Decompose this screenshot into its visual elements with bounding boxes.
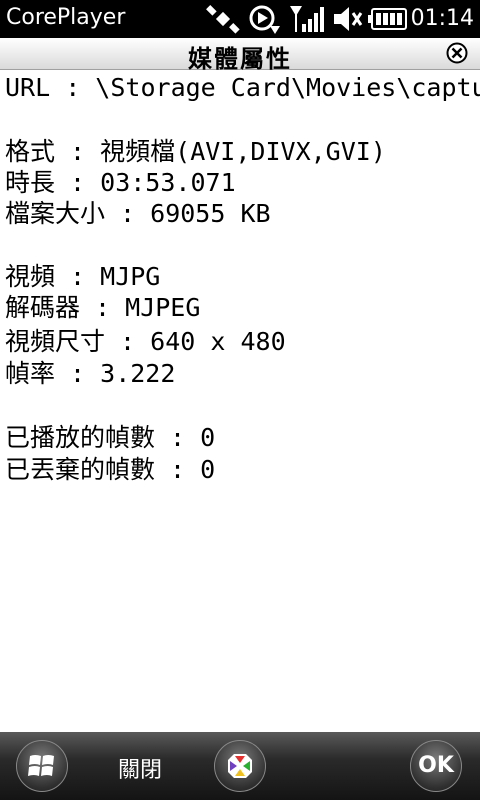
volume-icon[interactable]: [332, 4, 364, 34]
duration-line: 時長 : 03:53.071: [5, 168, 236, 197]
file-size-line: 檔案大小 : 69055 KB: [5, 199, 271, 228]
app-title: CorePlayer: [6, 5, 126, 30]
format-line: 格式 : 視頻檔(AVI,DIVX,GVI): [5, 137, 386, 166]
status-bar: CorePlayer 01:14: [0, 0, 480, 38]
ok-button[interactable]: OK: [410, 740, 462, 792]
video-size-line: 視頻尺寸 : 640 x 480: [5, 327, 286, 356]
dialog-title: 媒體屬性: [188, 45, 292, 73]
satellite-icon[interactable]: [204, 4, 242, 34]
url-line: URL : \Storage Card\Movies\capture: [5, 73, 480, 102]
close-button[interactable]: 關閉: [118, 752, 162, 784]
sync-icon[interactable]: [244, 4, 284, 36]
frames-played-line: 已播放的幀數 : 0: [5, 423, 216, 452]
dialog-title-bar: 媒體屬性: [0, 38, 480, 73]
frames-dropped-line: 已丟棄的幀數 : 0: [5, 455, 216, 484]
signal-icon: [290, 6, 324, 32]
coreplayer-icon: [228, 754, 252, 778]
coreplayer-menu-button[interactable]: [214, 740, 266, 792]
windows-start-icon: [28, 755, 54, 776]
bottom-bar: 關閉 OK: [0, 732, 480, 800]
frame-rate-line: 幀率 : 3.222: [5, 359, 176, 388]
ok-button-label: OK: [418, 753, 454, 778]
clock[interactable]: 01:14: [411, 6, 474, 31]
decoder-line: 解碼器 : MJPEG: [5, 293, 201, 322]
start-button[interactable]: [16, 740, 68, 792]
close-icon[interactable]: [446, 42, 468, 64]
battery-icon: [368, 8, 407, 30]
video-line: 視頻 : MJPG: [5, 262, 161, 291]
properties-panel: URL : \Storage Card\Movies\capture 格式 : …: [0, 70, 480, 732]
